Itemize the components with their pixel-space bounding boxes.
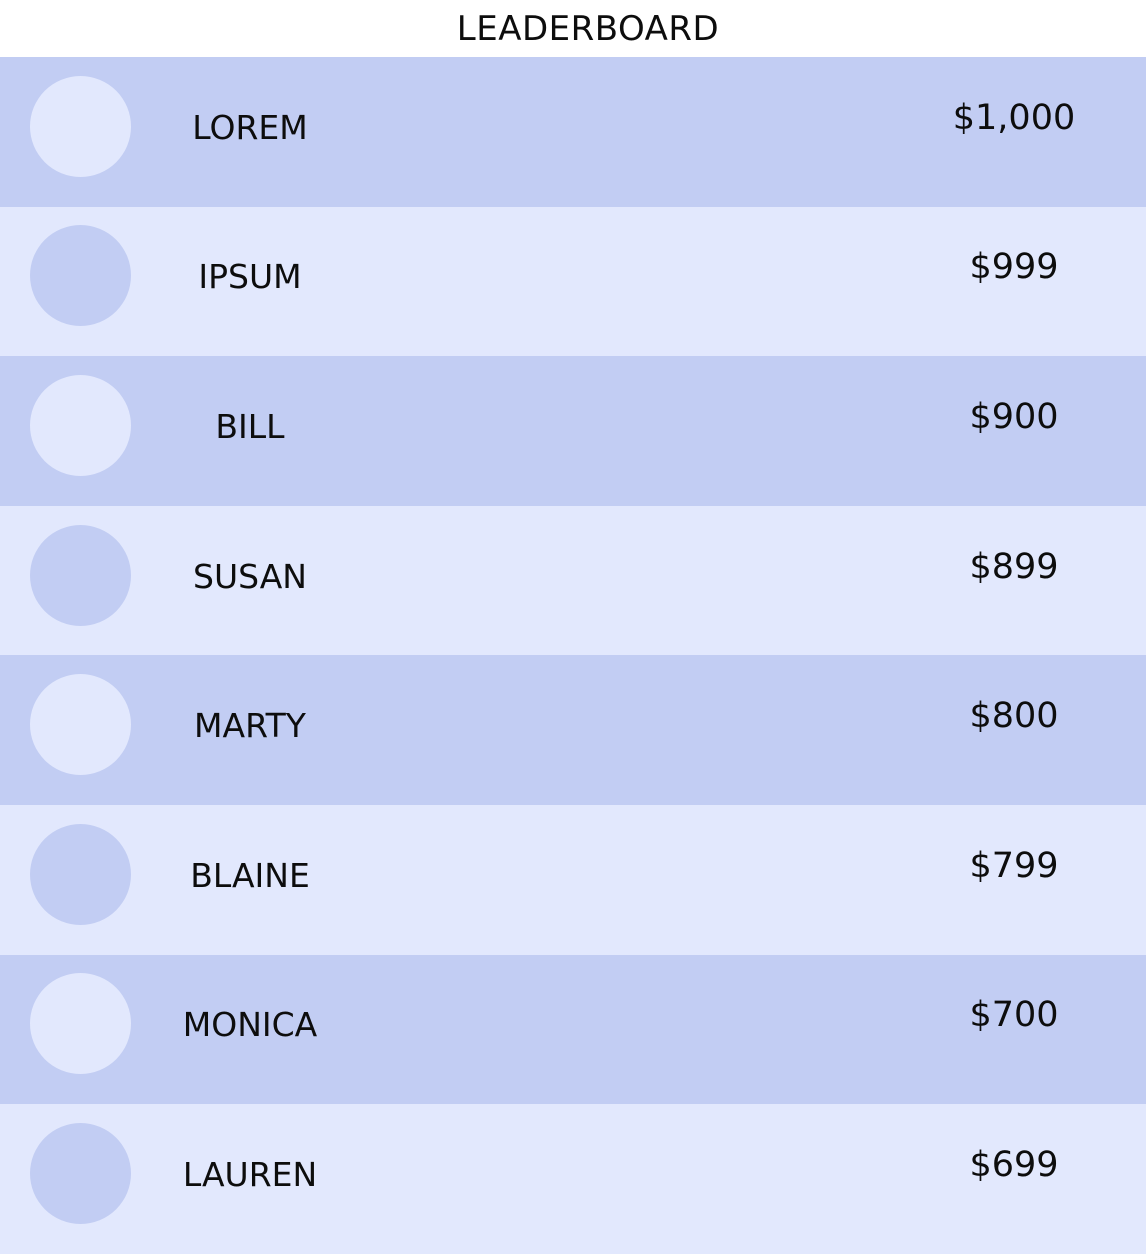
entry-name: BILL — [215, 406, 285, 446]
entry-name: MONICA — [182, 1005, 318, 1045]
entry-amount: $900 — [969, 396, 1059, 437]
list-item[interactable]: BILL $900 — [0, 356, 1146, 506]
entry-name: MARTY — [194, 706, 306, 746]
list-item[interactable]: MARTY $800 — [0, 655, 1146, 805]
entry-amount: $1,000 — [952, 97, 1076, 138]
list-item[interactable]: BLAINE $799 — [0, 804, 1146, 955]
entry-name: LAUREN — [182, 1154, 318, 1194]
entry-amount: $899 — [969, 546, 1059, 587]
list-item[interactable]: MONICA $700 — [0, 954, 1146, 1105]
avatar — [30, 674, 131, 776]
page-title: LEADERBOARD — [456, 8, 720, 49]
list-item[interactable]: IPSUM $999 — [0, 206, 1146, 357]
entry-name: IPSUM — [198, 257, 302, 297]
leaderboard-list: LOREM $1,000 IPSUM $999 BILL $900 SUSAN … — [0, 57, 1146, 1254]
entry-name: BLAINE — [190, 855, 310, 895]
avatar — [30, 524, 131, 626]
entry-amount: $699 — [969, 1144, 1059, 1185]
avatar — [30, 973, 131, 1075]
entry-name: SUSAN — [193, 556, 307, 596]
entry-amount: $999 — [969, 247, 1059, 288]
list-item[interactable]: LAUREN $699 — [0, 1104, 1146, 1254]
avatar — [30, 374, 131, 476]
entry-amount: $700 — [969, 995, 1059, 1036]
entry-name: LOREM — [192, 107, 308, 147]
avatar — [30, 75, 131, 177]
list-item[interactable]: SUSAN $899 — [0, 505, 1146, 656]
entry-amount: $799 — [969, 845, 1059, 886]
avatar — [30, 1122, 131, 1224]
avatar — [30, 823, 131, 925]
entry-amount: $800 — [969, 696, 1059, 737]
avatar — [30, 225, 131, 327]
list-item[interactable]: LOREM $1,000 — [0, 57, 1146, 207]
